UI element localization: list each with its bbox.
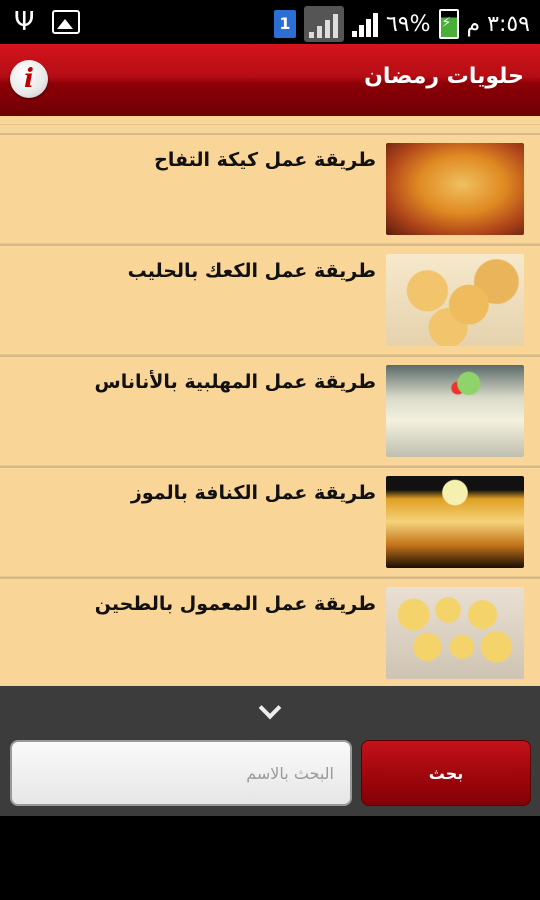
milk-cookies-thumbnail [386, 254, 524, 346]
sim-icon: 1 [273, 10, 296, 38]
battery-percent: ٦٩% [385, 11, 431, 37]
list-item[interactable]: طريقة عمل الكعك بالحليب [0, 244, 540, 355]
recipe-title: طريقة عمل المعمول بالطحين [94, 593, 376, 615]
signal-box-icon [303, 6, 344, 42]
info-icon[interactable]: i [10, 60, 48, 98]
recipe-list[interactable]: طريقة عمل كيكة التفاح طريقة عمل الكعك با… [0, 116, 540, 686]
signal-bars-icon [351, 11, 378, 37]
app-header: i حلويات رمضان [0, 44, 540, 116]
recipe-title: طريقة عمل الكعك بالحليب [127, 260, 376, 282]
search-input[interactable] [10, 740, 352, 806]
list-item[interactable]: طريقة عمل الكنافة بالموز [0, 466, 540, 577]
scroll-more-strip[interactable] [0, 686, 540, 734]
search-bar: بحث [0, 734, 540, 816]
recipe-title: طريقة عمل المهلبية بالأناناس [94, 371, 376, 393]
list-item[interactable]: طريقة عمل كيكة التفاح [0, 133, 540, 244]
clock: ٣:٥٩ م [466, 11, 531, 37]
kunafa-thumbnail [386, 476, 524, 568]
list-item[interactable]: طريقة عمل المعمول بالطحين [0, 577, 540, 686]
page-title: حلويات رمضان [364, 64, 524, 89]
recipe-title: طريقة عمل كيكة التفاح [154, 149, 376, 171]
battery-icon [438, 9, 459, 39]
recipe-title: طريقة عمل الكنافة بالموز [130, 482, 376, 504]
apple-cake-thumbnail [386, 143, 524, 235]
maamoul-thumbnail [386, 587, 524, 679]
chevron-down-icon[interactable] [258, 696, 282, 720]
bottom-area [0, 816, 540, 900]
usb-icon: Ψ [14, 7, 35, 37]
search-button[interactable]: بحث [361, 740, 531, 806]
list-item-partial[interactable] [0, 116, 540, 125]
muhallabia-thumbnail [386, 365, 524, 457]
list-item[interactable]: طريقة عمل المهلبية بالأناناس [0, 355, 540, 466]
gallery-icon [52, 10, 81, 34]
status-bar: Ψ 1 ٦٩% ٣:٥٩ م [0, 0, 540, 44]
